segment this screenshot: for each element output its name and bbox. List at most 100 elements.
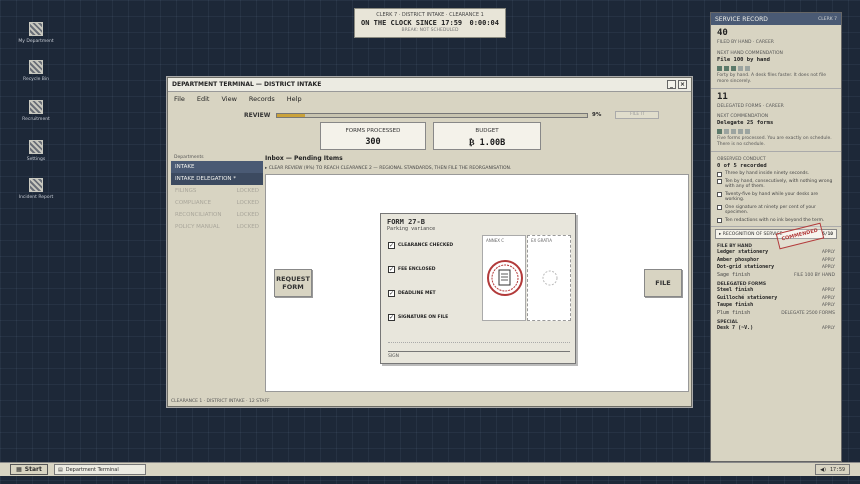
start-button[interactable]: ▦ Start — [10, 464, 48, 475]
recognition-label: ▸ RECOGNITION OF SERVICE — [719, 231, 783, 237]
apply-button[interactable]: APPLY — [822, 295, 835, 303]
progress-dot — [745, 66, 750, 71]
menu-records[interactable]: Records — [249, 95, 275, 103]
budget-value: ₿ 1.00B — [468, 138, 506, 148]
apply-button[interactable]: APPLY — [822, 264, 835, 272]
conduct-item: Twenty-five by hand while your desks are… — [717, 192, 835, 203]
next-commendation-value: Delegate 25 forms — [717, 120, 774, 126]
conduct-item: Ten by hand, consecutively, with nothing… — [717, 179, 835, 190]
shop-row: Steel finish APPLY — [711, 287, 841, 295]
conduct-text: Ten redactions with no ink beyond the te… — [725, 217, 825, 223]
form-divider — [388, 342, 570, 346]
panel-header: SERVICE RECORD CLERK 7 — [711, 13, 841, 25]
sidebar-item-compliance: COMPLIANCE LOCKED — [171, 197, 263, 209]
shop-section-heading: DELEGATED FORMS — [717, 282, 767, 287]
review-progress-fill — [277, 113, 305, 117]
conduct-text: Three by hand inside ninety seconds. — [725, 171, 810, 176]
menu-help[interactable]: Help — [287, 95, 302, 103]
checkmark-icon: ✓ — [388, 314, 395, 321]
panel-title: SERVICE RECORD — [715, 15, 768, 23]
checkmark-icon: ✓ — [388, 290, 395, 297]
sidebar-item-filings: FILINGS LOCKED — [171, 185, 263, 197]
shop-section-heading: SPECIAL — [717, 320, 738, 325]
review-progress-row: REVIEW 9% FILE IT — [244, 110, 662, 120]
check-clearance[interactable]: ✓ CLEARANCE CHECKED — [388, 242, 453, 249]
progress-dot — [717, 129, 722, 134]
clock-status-row: ON THE CLOCK SINCE 17:59 0:00:04 — [355, 18, 505, 28]
desktop-icon-settings[interactable]: Settings — [14, 140, 58, 162]
hand-filing-section: 40 FILED BY HAND · CAREER NEXT HAND COMM… — [711, 25, 841, 89]
next-commendation-label: NEXT COMMENDATION — [717, 114, 769, 119]
shop-item-name: Guilloché stationery — [717, 294, 778, 301]
shop-section-heading: FILE BY HAND — [717, 244, 753, 249]
locked-badge: LOCKED — [236, 224, 259, 230]
apply-button[interactable]: APPLY — [822, 287, 835, 295]
observed-conduct-section: OBSERVED CONDUCT 0 of 5 recorded Three b… — [711, 152, 841, 227]
checkbox-icon — [717, 179, 722, 184]
progress-dot — [724, 129, 729, 134]
sidebar-item-intake[interactable]: INTAKE — [171, 161, 263, 173]
shop-row: Guilloché stationery APPLY — [711, 295, 841, 303]
clock-status: ON THE CLOCK SINCE 17:59 — [361, 19, 463, 27]
check-deadline[interactable]: ✓ DEADLINE MET — [388, 290, 436, 297]
sidebar-item-intake-delegation[interactable]: INTAKE DELEGATION * — [171, 173, 263, 185]
close-icon[interactable]: × — [678, 80, 687, 89]
filed-label: FILED BY HAND · CAREER — [717, 40, 774, 45]
department-sidebar: Departments INTAKE INTAKE DELEGATION * F… — [171, 154, 263, 233]
apply-button[interactable]: APPLY — [822, 325, 835, 333]
shop-row: Plum finish DELEGATE 2500 FORMS — [711, 310, 841, 318]
request-form-button[interactable]: REQUEST FORM — [274, 269, 312, 297]
clock-break: BREAK: NOT SCHEDULED — [401, 28, 459, 33]
desktop-icon-recycle-bin[interactable]: Recycle Bin — [14, 60, 58, 82]
file-button[interactable]: FILE — [644, 269, 682, 297]
budget-label: BUDGET — [475, 128, 499, 134]
checkmark-icon: ✓ — [388, 266, 395, 273]
apply-button[interactable]: APPLY — [822, 249, 835, 257]
recognition-shop: FILE BY HAND Ledger stationery APPLY Amber … — [711, 241, 841, 333]
conduct-item: Three by hand inside ninety seconds. — [717, 171, 835, 177]
forms-processed-label: FORMS PROCESSED — [345, 128, 401, 134]
check-signature[interactable]: ✓ SIGNATURE ON FILE — [388, 314, 448, 321]
budget-card: BUDGET ₿ 1.00B — [433, 122, 541, 150]
shop-row: Desk 7 (~V.) APPLY — [711, 325, 841, 333]
desktop-icon-my-department[interactable]: My Department — [14, 22, 58, 44]
signature-line[interactable] — [388, 351, 570, 355]
desktop-icon-label: My Department — [18, 39, 54, 44]
shop-item-name: Desk 7 (~V.) — [717, 325, 754, 331]
speaker-icon[interactable]: ◀) — [820, 467, 826, 473]
shop-item-name: Amber phosphor — [717, 256, 760, 263]
apply-button[interactable]: APPLY — [822, 302, 835, 310]
form-27b: FORM 27-B Parking variance ✓ CLEARANCE C… — [380, 213, 576, 364]
clock-banner: CLERK 7 · DISTRICT INTAKE · CLEARANCE 1 … — [354, 8, 506, 38]
desktop-icon-recruitment[interactable]: Recruitment — [14, 100, 58, 122]
desktop-icon-incident-report[interactable]: Incident Report — [14, 178, 58, 200]
file-it-button[interactable]: FILE IT — [615, 111, 660, 119]
next-hand-label: NEXT HAND COMMENDATION — [717, 51, 783, 56]
menu-file[interactable]: File — [174, 95, 185, 103]
shop-item-name: Sage finish — [717, 271, 751, 278]
shop-row: Ledger stationery APPLY — [711, 249, 841, 257]
annex-c-panel[interactable]: ANNEX C — [482, 235, 526, 321]
checkbox-icon — [717, 218, 722, 223]
desktop-icon-label: Incident Report — [18, 195, 54, 200]
menu-bar: File Edit View Records Help — [168, 92, 691, 106]
hand-progress-dots — [717, 66, 835, 71]
apply-button[interactable]: APPLY — [822, 257, 835, 265]
menu-edit[interactable]: Edit — [197, 95, 210, 103]
taskbar-item-department-terminal[interactable]: ▤ Department Terminal — [54, 464, 146, 475]
clock-clerk-line: CLERK 7 · DISTRICT INTAKE · CLEARANCE 1 — [376, 12, 484, 18]
sidebar-item-label: INTAKE — [175, 164, 195, 170]
check-fee[interactable]: ✓ FEE ENCLOSED — [388, 266, 436, 273]
shop-item-name: Plum finish — [717, 309, 751, 316]
hand-note: Forty by hand. A desk files faster. It d… — [717, 73, 827, 84]
window-titlebar[interactable]: DEPARTMENT TERMINAL — DISTRICT INTAKE _ … — [168, 78, 691, 92]
checkbox-icon — [717, 171, 722, 177]
filed-count: 40 — [717, 28, 728, 38]
ex-gratia-panel[interactable]: EX GRATIA — [527, 235, 571, 321]
locked-badge: LOCKED — [236, 200, 259, 206]
observed-label: OBSERVED CONDUCT — [717, 157, 766, 162]
delegated-count: 11 — [717, 92, 728, 102]
conduct-item: One signature at ninety per cent of your… — [717, 205, 835, 216]
minimize-icon[interactable]: _ — [667, 80, 676, 89]
menu-view[interactable]: View — [221, 95, 236, 103]
